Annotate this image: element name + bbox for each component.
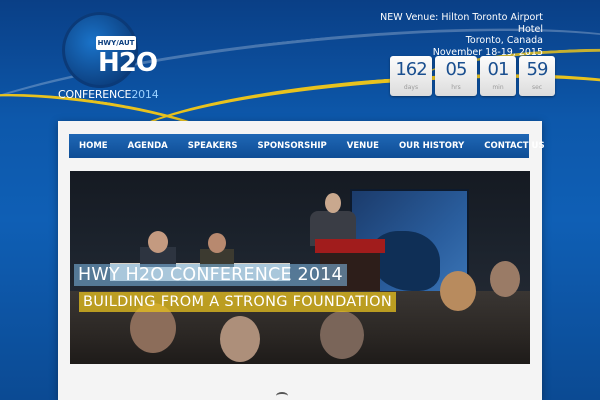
countdown-unit: sec xyxy=(531,84,543,91)
logo-conference-year: 2014 xyxy=(131,88,159,101)
chevron-up-icon[interactable] xyxy=(276,392,288,400)
countdown-seconds: 59 sec xyxy=(519,56,555,96)
hero-photo-panelist-head xyxy=(148,231,168,253)
hero-photo-audience-head xyxy=(320,311,364,359)
countdown-value: 05 xyxy=(445,59,468,80)
nav-our-history[interactable]: OUR HISTORY xyxy=(389,134,474,158)
site-logo[interactable]: HWY/AUT H2O CONFERENCE2014 xyxy=(58,12,159,102)
hero-subtitle: BUILDING FROM A STRONG FOUNDATION xyxy=(79,292,396,312)
countdown-unit: hrs xyxy=(451,84,461,91)
nav-agenda[interactable]: AGENDA xyxy=(118,134,178,158)
countdown-timer: 162 days 05 hrs 01 min 59 sec xyxy=(390,56,555,96)
venue-line: Hotel xyxy=(517,23,543,35)
nav-contact-us[interactable]: CONTACT US xyxy=(474,134,554,158)
hero-slider[interactable]: HWY H2O CONFERENCE 2014 BUILDING FROM A … xyxy=(70,171,530,364)
countdown-value: 59 xyxy=(526,59,549,80)
logo-conference-text: CONFERENCE2014 xyxy=(58,88,159,101)
venue-line: Toronto, Canada xyxy=(465,35,543,46)
hero-photo-panelist-head xyxy=(208,233,226,253)
hero-photo-audience-head xyxy=(440,271,476,311)
nav-home[interactable]: HOME xyxy=(69,134,118,158)
nav-speakers[interactable]: SPEAKERS xyxy=(178,134,248,158)
nav-venue[interactable]: VENUE xyxy=(337,134,389,158)
venue-line: NEW Venue: Hilton Toronto Airport xyxy=(380,12,543,23)
hero-title: HWY H2O CONFERENCE 2014 xyxy=(74,264,347,286)
hero-photo-audience-head xyxy=(490,261,520,297)
hero-photo-podium-top xyxy=(315,239,385,253)
countdown-unit: min xyxy=(492,84,504,91)
countdown-days: 162 days xyxy=(390,56,432,96)
hero-photo-audience-head xyxy=(220,316,260,362)
logo-conference-word: CONFERENCE xyxy=(58,88,132,101)
logo-h2o: H2O xyxy=(98,48,158,78)
countdown-value: 01 xyxy=(487,59,510,80)
content-panel: HOME AGENDA SPEAKERS SPONSORSHIP VENUE O… xyxy=(58,121,545,400)
nav-sponsorship[interactable]: SPONSORSHIP xyxy=(248,134,337,158)
countdown-value: 162 xyxy=(395,59,427,80)
hero-photo-speaker-head xyxy=(325,193,341,213)
countdown-hours: 05 hrs xyxy=(435,56,477,96)
countdown-minutes: 01 min xyxy=(480,56,516,96)
venue-info: NEW Venue: Hilton Toronto Airport Hotel … xyxy=(353,12,543,58)
main-nav: HOME AGENDA SPEAKERS SPONSORSHIP VENUE O… xyxy=(69,134,545,158)
countdown-unit: days xyxy=(403,84,419,91)
